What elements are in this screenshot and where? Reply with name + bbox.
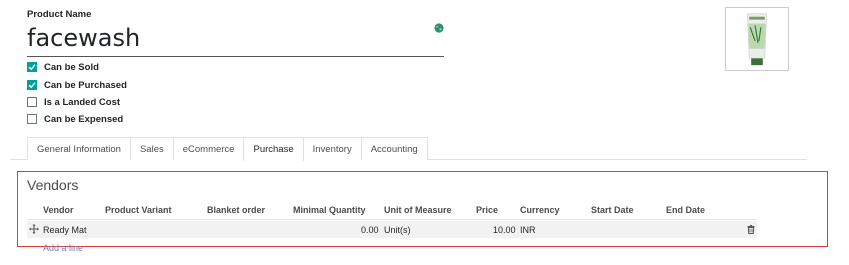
tab-ecommerce[interactable]: eCommerce: [172, 137, 245, 160]
checkbox-label: Can be Expensed: [44, 113, 124, 125]
cell-min-qty[interactable]: 0.00: [361, 225, 379, 235]
checkbox-landed-cost[interactable]: [27, 97, 37, 107]
notebook-tabs: General Information Sales eCommerce Purc…: [27, 137, 428, 161]
tab-general-information[interactable]: General Information: [27, 137, 131, 160]
checkbox-row-expensed[interactable]: Can be Expensed: [27, 113, 123, 125]
checkbox-label: Is a Landed Cost: [44, 96, 121, 108]
checkbox-label: Can be Purchased: [44, 79, 127, 91]
globe-icon[interactable]: [434, 23, 444, 33]
product-image[interactable]: [725, 7, 789, 71]
column-header-min-qty[interactable]: Minimal Quantity: [293, 205, 366, 215]
checkbox-label: Can be Sold: [44, 61, 99, 73]
column-header-product-variant[interactable]: Product Variant: [105, 205, 172, 215]
column-header-uom[interactable]: Unit of Measure: [384, 205, 452, 215]
trash-icon[interactable]: [747, 225, 755, 234]
checkbox-row-landed-cost[interactable]: Is a Landed Cost: [27, 96, 120, 108]
tab-inventory[interactable]: Inventory: [302, 137, 362, 160]
facewash-tube-image: [726, 8, 788, 70]
tab-purchase[interactable]: Purchase: [243, 137, 304, 161]
table-header-divider: [27, 219, 757, 220]
column-header-end-date[interactable]: End Date: [666, 205, 705, 215]
checkbox-purchased[interactable]: [27, 80, 37, 90]
cell-vendor[interactable]: Ready Mat: [43, 225, 87, 235]
tab-accounting[interactable]: Accounting: [360, 137, 428, 160]
product-name-label: Product Name: [27, 9, 92, 20]
column-header-start-date[interactable]: Start Date: [591, 205, 634, 215]
add-line-link[interactable]: Add a line: [43, 243, 83, 253]
product-name-field[interactable]: facewash: [27, 24, 140, 52]
column-header-blanket-order[interactable]: Blanket order: [207, 205, 265, 215]
drag-handle-icon[interactable]: [29, 224, 39, 234]
checkbox-row-purchased[interactable]: Can be Purchased: [27, 79, 127, 91]
checkbox-row-sold[interactable]: Can be Sold: [27, 61, 99, 73]
cell-price[interactable]: 10.00: [493, 225, 516, 235]
tab-sales[interactable]: Sales: [129, 137, 174, 160]
check-icon: [28, 82, 36, 89]
product-name-underline: [27, 56, 444, 57]
cell-uom[interactable]: Unit(s): [384, 225, 411, 235]
column-header-currency[interactable]: Currency: [520, 205, 560, 215]
checkbox-sold[interactable]: [27, 62, 37, 72]
checkbox-expensed[interactable]: [27, 114, 37, 124]
cell-currency[interactable]: INR: [520, 225, 536, 235]
column-header-price[interactable]: Price: [476, 205, 498, 215]
vendors-section-title: Vendors: [27, 177, 79, 193]
check-icon: [28, 64, 36, 71]
column-header-vendor[interactable]: Vendor: [43, 205, 74, 215]
